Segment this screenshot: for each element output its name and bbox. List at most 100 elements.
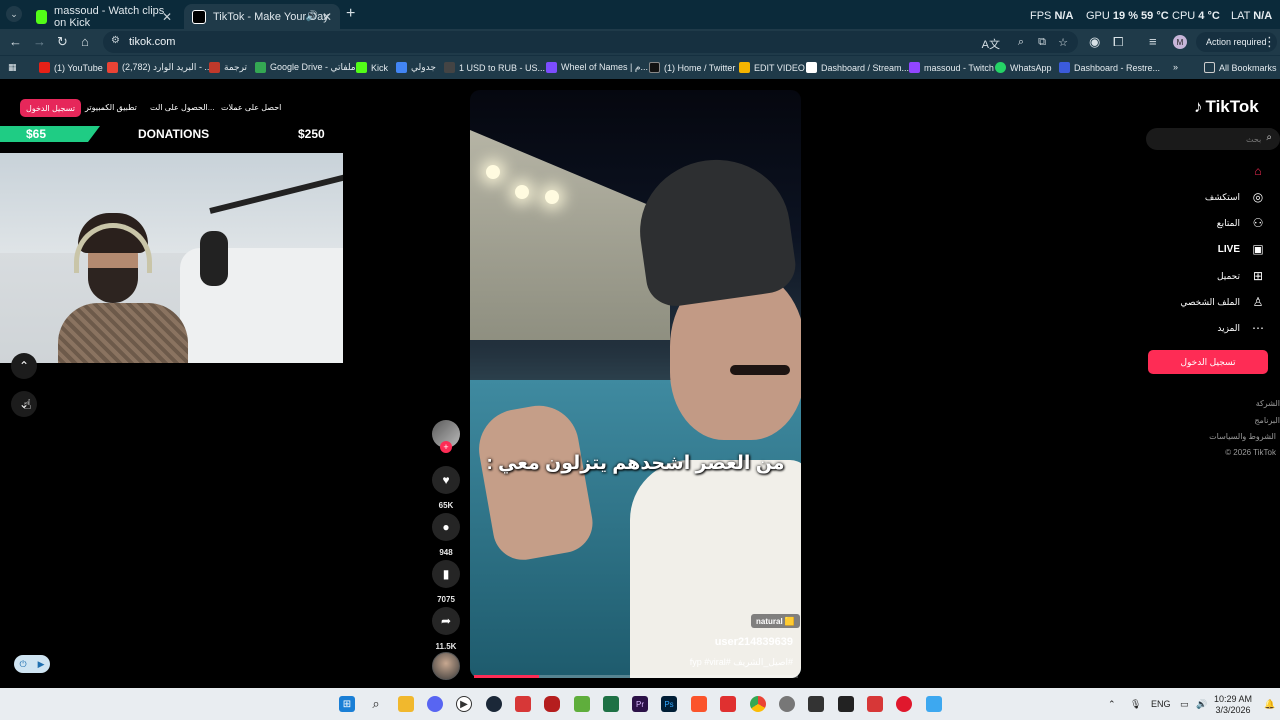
puzzle-icon[interactable]: ⧠ <box>1113 34 1123 50</box>
comment-icon[interactable]: ● <box>432 513 460 541</box>
menu-icon[interactable]: ⋮ <box>1263 34 1276 50</box>
app-icon[interactable] <box>720 696 736 712</box>
nav-home[interactable]: ⌂ <box>1240 164 1266 178</box>
video-username[interactable]: user214839639 <box>715 636 793 648</box>
bookmark-icon[interactable]: ▮ <box>432 560 460 588</box>
chrome-icon[interactable] <box>750 696 766 712</box>
effect-badge[interactable]: natural 🟨 <box>751 614 800 628</box>
bookmark-star-icon[interactable]: ☆ <box>1058 36 1068 49</box>
like-action[interactable]: ♥ 65K <box>432 466 460 510</box>
bookmark-item[interactable]: البريد الوارد (2,782) - ... <box>107 62 212 73</box>
notepad-icon[interactable] <box>926 696 942 712</box>
bookmark-item[interactable]: (1) YouTube <box>39 62 103 73</box>
excel-icon[interactable] <box>603 696 619 712</box>
install-icon[interactable]: ⧉ <box>1038 36 1046 49</box>
bookmark-item[interactable]: WhatsApp <box>995 62 1052 73</box>
tiktok-app-icon[interactable] <box>838 696 854 712</box>
windows-start-icon[interactable]: ⊞ <box>339 696 355 712</box>
nav-following[interactable]: المتابع ⚇ <box>1217 216 1266 230</box>
home-icon[interactable]: ⌂ <box>81 34 89 49</box>
profile-avatar[interactable]: M <box>1173 35 1187 49</box>
red-app-icon[interactable] <box>544 696 560 712</box>
game-icon[interactable] <box>574 696 590 712</box>
co-app-icon[interactable] <box>896 696 912 712</box>
share-action[interactable]: ➦ 11.5K <box>432 607 460 651</box>
bookmark-item[interactable]: Wheel of Names | م... <box>546 62 648 73</box>
video-hashtags[interactable]: #اصيل_الشريف #fyp #viral <box>690 657 793 668</box>
close-icon[interactable]: ✕ <box>322 10 332 24</box>
nav-explore[interactable]: استكشف ◎ <box>1205 190 1266 204</box>
photoshop-icon[interactable]: Ps <box>661 696 677 712</box>
nav-live[interactable]: LIVE ▣ <box>1218 242 1266 256</box>
chevron-right-icon[interactable]: » <box>1173 62 1178 72</box>
network-icon[interactable]: ▭ <box>1180 699 1189 710</box>
steam-icon[interactable] <box>486 696 502 712</box>
extension-icon[interactable]: ◉ <box>1089 34 1100 50</box>
footer-program[interactable]: البرنامج <box>1254 416 1280 425</box>
bookmark-item[interactable]: EDIT VIDEO <box>739 62 805 73</box>
address-bar[interactable]: ⚙ tikok.com A文 ⌕ ⧉ ☆ <box>103 31 1078 53</box>
footer-terms[interactable]: الشروط والسياسات <box>1209 432 1276 441</box>
bookmark-item[interactable]: ترجمة <box>209 62 247 73</box>
forward-icon[interactable]: → <box>33 34 46 49</box>
search-icon[interactable]: ⌕ <box>1266 132 1272 143</box>
translate-icon[interactable]: A文 <box>982 36 1000 52</box>
bookmark-item[interactable]: Dashboard / Stream... <box>806 62 909 73</box>
nav-upload[interactable]: تحميل ⊞ <box>1217 269 1266 283</box>
search-icon[interactable]: ⌕ <box>368 696 384 712</box>
eu-app2-icon[interactable] <box>867 696 883 712</box>
discord-icon[interactable] <box>427 696 443 712</box>
media-icon[interactable]: ≡ <box>1149 34 1157 49</box>
video-progress[interactable] <box>474 675 798 678</box>
media-player-icon[interactable]: ▶ <box>456 696 472 712</box>
nav-profile[interactable]: الملف الشخصي ♙ <box>1180 295 1266 309</box>
overlay-signin-button[interactable]: تسجيل الدخول <box>20 99 81 117</box>
site-info-icon[interactable]: ⚙ <box>111 35 120 46</box>
video-player[interactable] <box>470 90 801 678</box>
share-icon[interactable]: ➦ <box>432 607 460 635</box>
all-bookmarks[interactable]: All Bookmarks <box>1204 62 1277 73</box>
previous-video-button[interactable]: ⌃ <box>11 353 37 379</box>
back-icon[interactable]: ← <box>9 34 22 49</box>
desktop-app-link[interactable]: تطبيق الكمبيوتر <box>85 103 137 112</box>
comment-action[interactable]: ● 948 <box>432 513 460 557</box>
get-app-link[interactable]: الحصول على الت... <box>150 103 214 112</box>
bookmark-item[interactable]: Dashboard - Restre... <box>1059 62 1160 73</box>
new-tab-button[interactable]: + <box>346 5 355 23</box>
tiktok-logo[interactable]: ♪ TikTok <box>1194 97 1259 117</box>
bookmark-item[interactable]: Kick <box>356 62 388 73</box>
eu-app-icon[interactable] <box>515 696 531 712</box>
tab-tiktok[interactable]: TikTok - Make Your Day 🔊 ✕ <box>184 4 340 29</box>
nav-more[interactable]: المزيد ⋯ <box>1217 321 1266 335</box>
tab-search-icon[interactable]: ⌄ <box>6 6 22 22</box>
bookmark-item[interactable]: (1) Home / Twitter <box>649 62 735 73</box>
search-input[interactable]: بحث ⌕ <box>1146 128 1280 150</box>
file-explorer-icon[interactable] <box>398 696 414 712</box>
login-button[interactable]: تسجيل الدخول <box>1148 350 1268 374</box>
bookmark-item[interactable]: massoud - Twitch <box>909 62 994 73</box>
language-indicator[interactable]: ENG <box>1151 699 1171 709</box>
volume-icon[interactable]: 🔊 <box>1196 699 1207 710</box>
bookmark-item[interactable]: جدولي <box>396 62 436 73</box>
obs-icon[interactable] <box>779 696 795 712</box>
mic-icon[interactable]: 🎙 <box>1130 699 1141 710</box>
bookmark-item[interactable]: 1 USD to RUB - US... <box>444 62 545 73</box>
clock[interactable]: 10:29 AM 3/3/2026 <box>1214 694 1252 716</box>
speaker-icon[interactable]: 🔊 <box>306 11 318 22</box>
footer-company[interactable]: الشركة <box>1256 399 1280 408</box>
reload-icon[interactable]: ↻ <box>57 34 68 50</box>
floating-widget[interactable]: ⏻ ▶ <box>14 655 50 673</box>
save-action[interactable]: ▮ 7075 <box>432 560 460 604</box>
premiere-icon[interactable]: Pr <box>632 696 648 712</box>
notification-bell-icon[interactable]: 🔔 <box>1264 699 1275 710</box>
apps-icon[interactable]: ▦ <box>8 62 17 73</box>
capcut-icon[interactable] <box>808 696 824 712</box>
tab-kick[interactable]: massoud - Watch clips on Kick ✕ <box>28 4 180 29</box>
music-disc-avatar[interactable] <box>432 652 460 680</box>
heart-icon[interactable]: ♥ <box>432 466 460 494</box>
zoom-icon[interactable]: ⌕ <box>1018 36 1024 49</box>
tray-chevron-icon[interactable]: ⌃ <box>1108 699 1116 710</box>
follow-plus-icon[interactable]: + <box>440 441 452 453</box>
close-icon[interactable]: ✕ <box>162 10 172 24</box>
bookmark-item[interactable]: Google Drive - ملفاتي <box>255 62 356 73</box>
